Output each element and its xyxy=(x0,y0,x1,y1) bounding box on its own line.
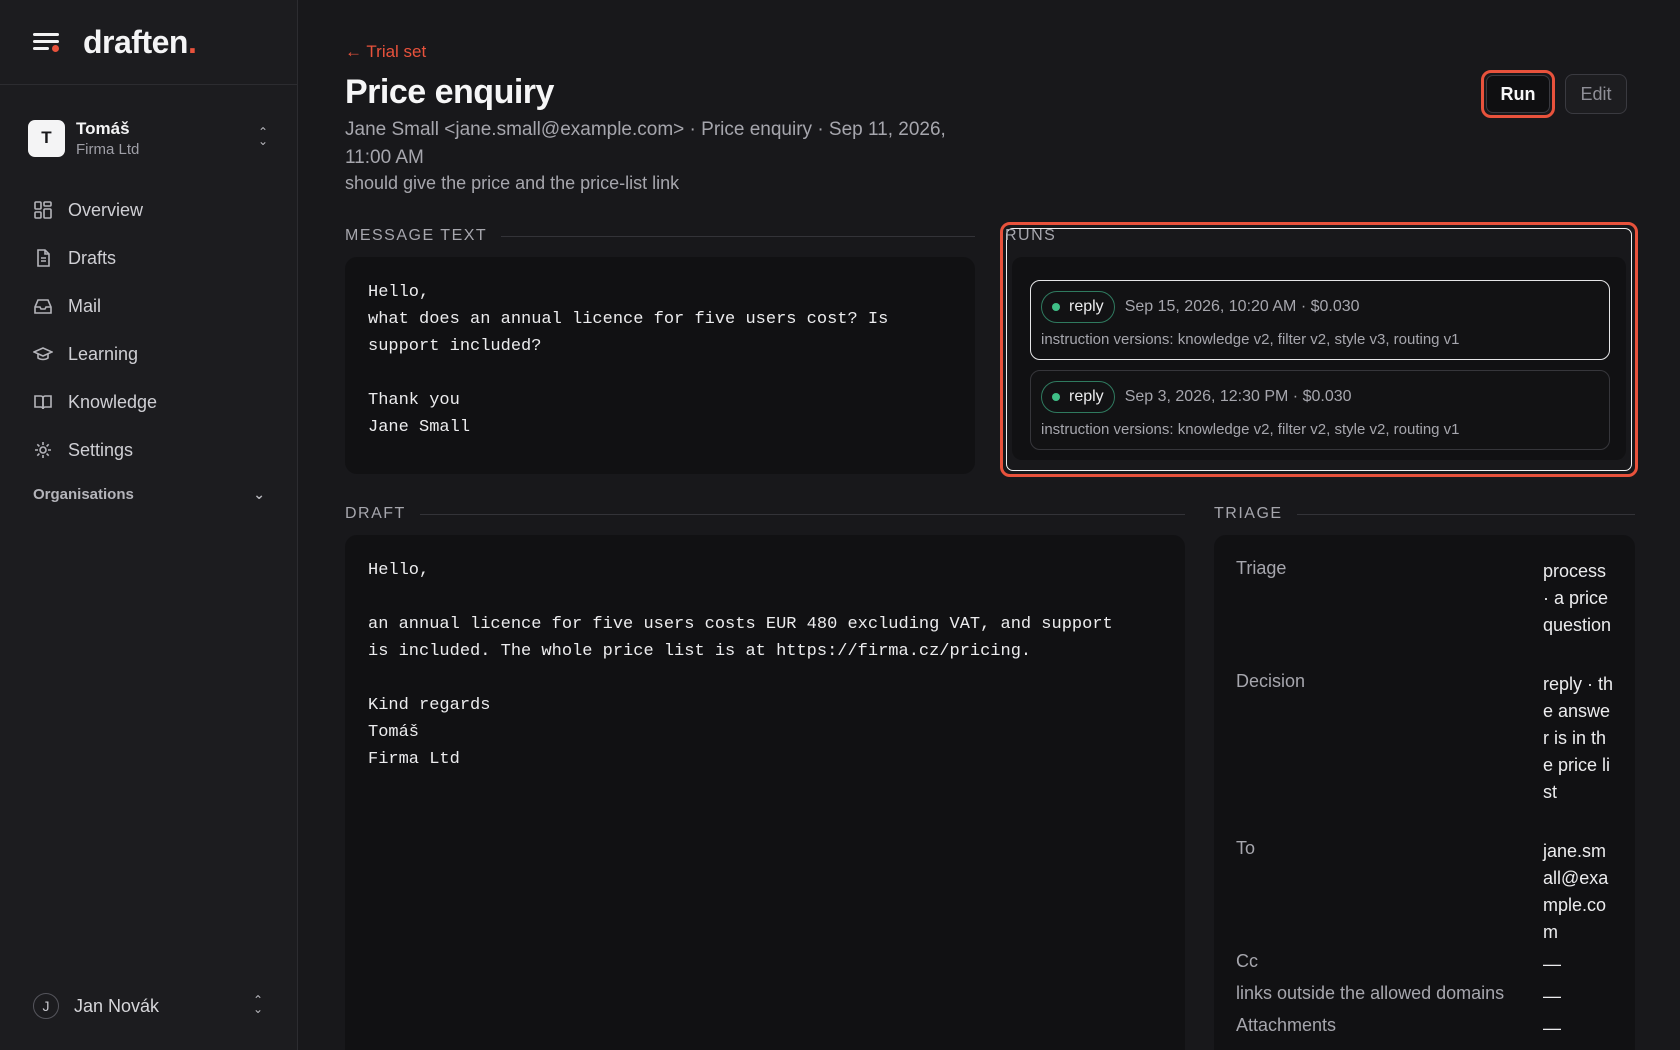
triage-section-label: TRIAGE xyxy=(1214,505,1635,523)
triage-panel: Triage process · a price question Decisio… xyxy=(1214,535,1635,1050)
main-content: ← Trial set Price enquiry Jane Small <ja… xyxy=(345,0,1638,1050)
runs-section-label: RUNS xyxy=(1005,227,1057,244)
nav-item-settings[interactable]: Settings xyxy=(0,426,298,474)
trial-note: should give the price and the price-list… xyxy=(345,173,680,193)
org-switcher[interactable]: T Tomáš Firma Ltd ⌃ ⌄ xyxy=(28,115,270,161)
message-body: Hello, what does an annual licence for f… xyxy=(368,283,889,437)
status-badge: reply xyxy=(1041,291,1115,323)
runs-list: reply Sep 15, 2026, 10:20 AM · $0.030 in… xyxy=(1012,257,1626,460)
sidebar: draften. T Tomáš Firma Ltd ⌃ ⌄ Overview D… xyxy=(0,0,298,1050)
run-meta: Sep 15, 2026, 10:20 AM · $0.030 xyxy=(1124,298,1360,315)
menu-icon[interactable] xyxy=(33,31,59,53)
status-dot-icon xyxy=(1052,303,1060,311)
draft-panel: Hello, an annual licence for five users … xyxy=(345,535,1185,1050)
main-nav: Overview Drafts Mail Learning Knowledge … xyxy=(0,186,298,474)
run-item[interactable]: reply Sep 3, 2026, 12:30 PM · $0.030 ins… xyxy=(1030,370,1610,450)
org-company: Firma Ltd xyxy=(76,140,140,158)
draft-section-label: DRAFT xyxy=(345,505,1185,523)
org-avatar: T xyxy=(28,119,65,157)
chevron-up-down-icon: ⌃ ⌄ xyxy=(252,993,264,1016)
nav-item-drafts[interactable]: Drafts xyxy=(0,234,298,282)
grid-icon xyxy=(34,201,52,219)
gear-icon xyxy=(35,442,51,458)
chevron-down-icon: ⌄ xyxy=(253,486,265,502)
inbox-icon xyxy=(34,299,52,314)
run-versions: instruction versions: knowledge v2, filt… xyxy=(1041,421,1460,438)
brand-logo[interactable]: draften. xyxy=(83,24,197,61)
user-menu[interactable]: J Jan Novák ⌃ ⌄ xyxy=(33,993,265,1019)
draft-body: Hello, an annual licence for five users … xyxy=(368,561,1113,769)
document-icon xyxy=(37,249,50,267)
brand-header: draften. xyxy=(0,0,297,85)
user-name: Jan Novák xyxy=(74,995,160,1016)
nav-item-knowledge[interactable]: Knowledge xyxy=(0,378,298,426)
run-meta: Sep 3, 2026, 12:30 PM · $0.030 xyxy=(1124,388,1352,405)
edit-button[interactable]: Edit xyxy=(1565,74,1627,114)
message-meta: Jane Small <jane.small@example.com> · Pr… xyxy=(345,119,946,168)
run-button[interactable]: Run xyxy=(1486,75,1550,113)
graduation-cap-icon xyxy=(33,347,53,361)
status-dot-icon xyxy=(1052,393,1060,401)
message-panel: Hello, what does an annual licence for f… xyxy=(345,257,975,474)
run-item[interactable]: reply Sep 15, 2026, 10:20 AM · $0.030 in… xyxy=(1030,280,1610,360)
nav-item-overview[interactable]: Overview xyxy=(0,186,298,234)
status-badge: reply xyxy=(1041,381,1115,413)
run-versions: instruction versions: knowledge v2, filt… xyxy=(1041,331,1460,348)
book-icon xyxy=(34,395,52,410)
header-actions: Run Edit xyxy=(1481,70,1627,118)
nav-item-mail[interactable]: Mail xyxy=(0,282,298,330)
run-button-highlight: Run xyxy=(1481,70,1555,118)
nav-item-learning[interactable]: Learning xyxy=(0,330,298,378)
avatar: J xyxy=(33,993,59,1019)
runs-highlight: RUNS reply Sep 15, 2026, 10:20 AM · $0.0… xyxy=(1000,222,1638,477)
message-section-label: MESSAGE TEXT xyxy=(345,227,975,245)
back-link-trial-set[interactable]: ← Trial set xyxy=(345,42,426,62)
page-title: Price enquiry xyxy=(345,73,554,111)
organisations-toggle[interactable]: Organisations ⌄ xyxy=(33,486,265,503)
chevron-up-down-icon: ⌃ ⌄ xyxy=(257,125,269,148)
org-name: Tomáš xyxy=(76,118,130,138)
